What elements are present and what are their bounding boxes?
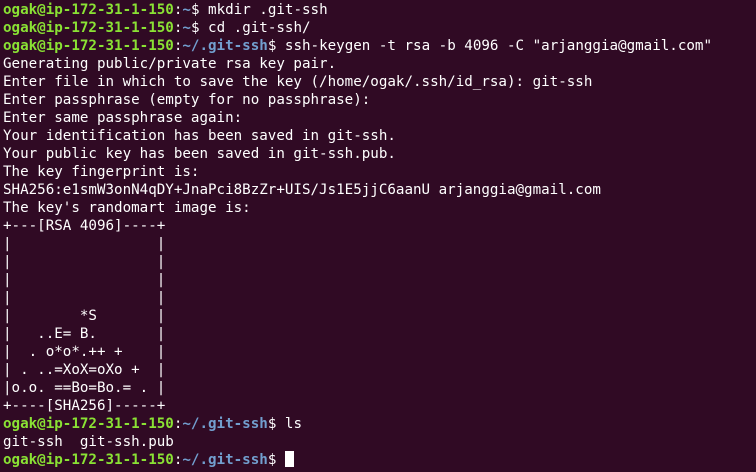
output-line: Enter passphrase (empty for no passphras… bbox=[3, 91, 756, 109]
prompt-dollar: $ bbox=[190, 2, 209, 18]
output-text: Your identification has been saved in gi… bbox=[3, 128, 396, 144]
output-line: +----[SHA256]-----+ bbox=[3, 397, 756, 415]
output-text: Enter file in which to save the key (/ho… bbox=[3, 74, 593, 90]
output-line: Your public key has been saved in git-ss… bbox=[3, 145, 756, 163]
output-text: The key fingerprint is: bbox=[3, 164, 200, 180]
output-text: Enter passphrase (empty for no passphras… bbox=[3, 92, 371, 108]
prompt-path: ~ bbox=[182, 20, 191, 36]
output-line: | | bbox=[3, 289, 756, 307]
prompt-line: ogak@ip-172-31-1-150:~/.git-ssh$ ls bbox=[3, 415, 756, 433]
terminal-window[interactable]: ogak@ip-172-31-1-150:~$ mkdir .git-ssh og… bbox=[0, 0, 756, 472]
command-text: ls bbox=[284, 416, 302, 432]
output-text: +---[RSA 4096]----+ bbox=[3, 218, 166, 234]
output-text: |o.o. ==Bo=Bo.= . | bbox=[3, 380, 166, 396]
command-text: mkdir .git-ssh bbox=[208, 2, 328, 18]
output-text: Enter same passphrase again: bbox=[3, 110, 243, 126]
prompt-path: ~/.git-ssh bbox=[182, 38, 268, 54]
prompt-dollar: $ bbox=[267, 452, 285, 468]
output-line: | ..E= B. | bbox=[3, 325, 756, 343]
output-text: git-ssh git-ssh.pub bbox=[3, 434, 174, 450]
prompt-userhost: ogak@ip-172-31-1-150 bbox=[3, 2, 174, 18]
output-text: +----[SHA256]-----+ bbox=[3, 398, 166, 414]
prompt-line: ogak@ip-172-31-1-150:~/.git-ssh$ bbox=[3, 451, 756, 469]
output-text: | | bbox=[3, 254, 166, 270]
output-line: Enter file in which to save the key (/ho… bbox=[3, 73, 756, 91]
output-line: SHA256:e1smW3onN4qDY+JnaPci8BzZr+UIS/Js1… bbox=[3, 181, 756, 199]
prompt-path: ~/.git-ssh bbox=[182, 416, 268, 432]
output-line: | | bbox=[3, 235, 756, 253]
output-text: Your public key has been saved in git-ss… bbox=[3, 146, 396, 162]
output-text: | *S | bbox=[3, 308, 166, 324]
output-line: The key fingerprint is: bbox=[3, 163, 756, 181]
output-line: | *S | bbox=[3, 307, 756, 325]
output-text: Generating public/private rsa key pair. bbox=[3, 56, 337, 72]
prompt-userhost: ogak@ip-172-31-1-150 bbox=[3, 20, 174, 36]
prompt-userhost: ogak@ip-172-31-1-150 bbox=[3, 416, 174, 432]
prompt-path: ~ bbox=[182, 2, 191, 18]
output-text: | . o*o*.++ + | bbox=[3, 344, 166, 360]
command-text: cd .git-ssh/ bbox=[208, 20, 311, 36]
output-line: | . ..=XoX=oXo + | bbox=[3, 361, 756, 379]
output-line: |o.o. ==Bo=Bo.= . | bbox=[3, 379, 756, 397]
prompt-dollar: $ bbox=[267, 38, 285, 54]
output-text: | | bbox=[3, 290, 166, 306]
output-text: | | bbox=[3, 236, 166, 252]
output-line: Generating public/private rsa key pair. bbox=[3, 55, 756, 73]
prompt-userhost: ogak@ip-172-31-1-150 bbox=[3, 38, 174, 54]
output-line: Enter same passphrase again: bbox=[3, 109, 756, 127]
output-line: git-ssh git-ssh.pub bbox=[3, 433, 756, 451]
output-text: SHA256:e1smW3onN4qDY+JnaPci8BzZr+UIS/Js1… bbox=[3, 182, 601, 198]
prompt-line: ogak@ip-172-31-1-150:~/.git-ssh$ ssh-key… bbox=[3, 37, 756, 55]
output-text: | | bbox=[3, 272, 166, 288]
prompt-dollar: $ bbox=[267, 416, 285, 432]
output-line: | | bbox=[3, 253, 756, 271]
output-line: Your identification has been saved in gi… bbox=[3, 127, 756, 145]
output-line: | | bbox=[3, 271, 756, 289]
text-cursor[interactable] bbox=[284, 451, 294, 467]
prompt-path: ~/.git-ssh bbox=[182, 452, 268, 468]
prompt-userhost: ogak@ip-172-31-1-150 bbox=[3, 452, 174, 468]
prompt-line: ogak@ip-172-31-1-150:~$ mkdir .git-ssh bbox=[3, 1, 756, 19]
prompt-line: ogak@ip-172-31-1-150:~$ cd .git-ssh/ bbox=[3, 19, 756, 37]
output-line: +---[RSA 4096]----+ bbox=[3, 217, 756, 235]
prompt-dollar: $ bbox=[190, 20, 209, 36]
output-line: The key's randomart image is: bbox=[3, 199, 756, 217]
command-text: ssh-keygen -t rsa -b 4096 -C "arjanggia@… bbox=[284, 38, 712, 54]
output-line: | . o*o*.++ + | bbox=[3, 343, 756, 361]
output-text: | . ..=XoX=oXo + | bbox=[3, 362, 166, 378]
output-text: | ..E= B. | bbox=[3, 326, 166, 342]
output-text: The key's randomart image is: bbox=[3, 200, 251, 216]
